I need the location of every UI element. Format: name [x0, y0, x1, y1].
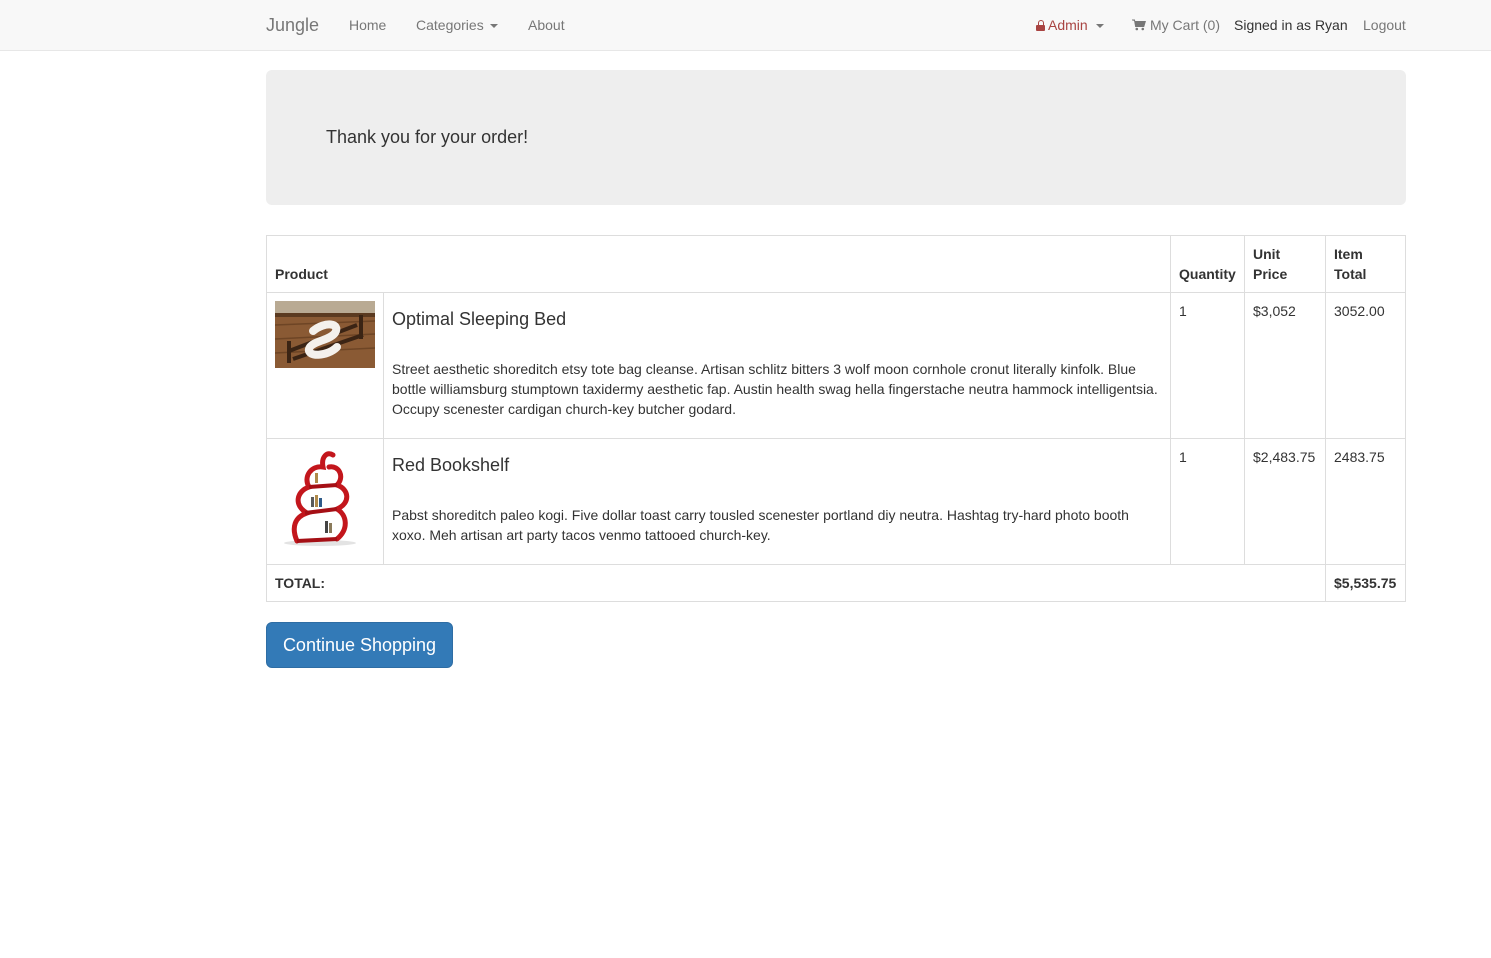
order-table: Product Quantity Unit Price Item Total O…	[266, 235, 1406, 602]
item-total-cell: 2483.75	[1325, 438, 1406, 565]
signed-in-text: Signed in as Ryan	[1234, 17, 1348, 33]
table-row: Optimal Sleeping Bed Street aesthetic sh…	[266, 292, 1406, 439]
product-details-cell: Optimal Sleeping Bed Street aesthetic sh…	[383, 292, 1171, 439]
product-image-cell	[266, 292, 384, 439]
quantity-cell: 1	[1170, 438, 1245, 565]
nav-home-link[interactable]: Home	[349, 15, 386, 35]
header-item-total: Item Total	[1325, 235, 1406, 293]
total-label: TOTAL:	[266, 564, 1326, 602]
navbar: Jungle Home Categories About Admin My Ca…	[0, 0, 1491, 51]
nav-cart-label: My Cart (0)	[1150, 17, 1220, 33]
nav-cart-link[interactable]: My Cart (0)	[1132, 15, 1220, 35]
nav-about-link[interactable]: About	[528, 15, 565, 35]
product-name: Red Bookshelf	[392, 455, 510, 475]
nav-logout-link[interactable]: Logout	[1363, 15, 1406, 35]
lock-icon	[1036, 20, 1045, 31]
nav-categories-label: Categories	[416, 17, 484, 33]
brand-link[interactable]: Jungle	[266, 15, 319, 35]
order-confirmation-message: Thank you for your order!	[326, 127, 529, 147]
unit-price-cell: $2,483.75	[1244, 438, 1326, 565]
order-confirmation-banner: Thank you for your order!	[266, 70, 1406, 205]
product-details-cell: Red Bookshelf Pabst shoreditch paleo kog…	[383, 438, 1171, 565]
unit-price-cell: $3,052	[1244, 292, 1326, 439]
caret-down-icon	[489, 24, 498, 29]
product-image-cell	[266, 438, 384, 565]
product-description: Street aesthetic shoreditch etsy tote ba…	[392, 361, 1158, 417]
nav-admin-label: Admin	[1048, 17, 1088, 33]
nav-categories-dropdown[interactable]: Categories	[416, 15, 498, 35]
header-unit-price: Unit Price	[1244, 235, 1326, 293]
product-description: Pabst shoreditch paleo kogi. Five dollar…	[392, 507, 1129, 543]
continue-shopping-button[interactable]: Continue Shopping	[266, 622, 453, 668]
product-name: Optimal Sleeping Bed	[392, 309, 567, 329]
sleeping-bed-image	[275, 301, 375, 368]
navbar-container: Jungle Home Categories About Admin My Ca…	[266, 0, 1406, 50]
item-total-cell: 3052.00	[1325, 292, 1406, 439]
red-bookshelf-image	[275, 447, 375, 547]
nav-admin-dropdown[interactable]: Admin	[1036, 15, 1104, 35]
header-product: Product	[266, 235, 1171, 293]
table-row: Red Bookshelf Pabst shoreditch paleo kog…	[266, 438, 1406, 565]
header-quantity: Quantity	[1170, 235, 1245, 293]
shopping-cart-icon	[1132, 19, 1146, 31]
table-footer-row: TOTAL: $5,535.75	[266, 564, 1406, 602]
table-header-row: Product Quantity Unit Price Item Total	[266, 235, 1406, 293]
caret-down-icon	[1095, 24, 1104, 29]
quantity-cell: 1	[1170, 292, 1245, 439]
order-total: $5,535.75	[1325, 564, 1406, 602]
